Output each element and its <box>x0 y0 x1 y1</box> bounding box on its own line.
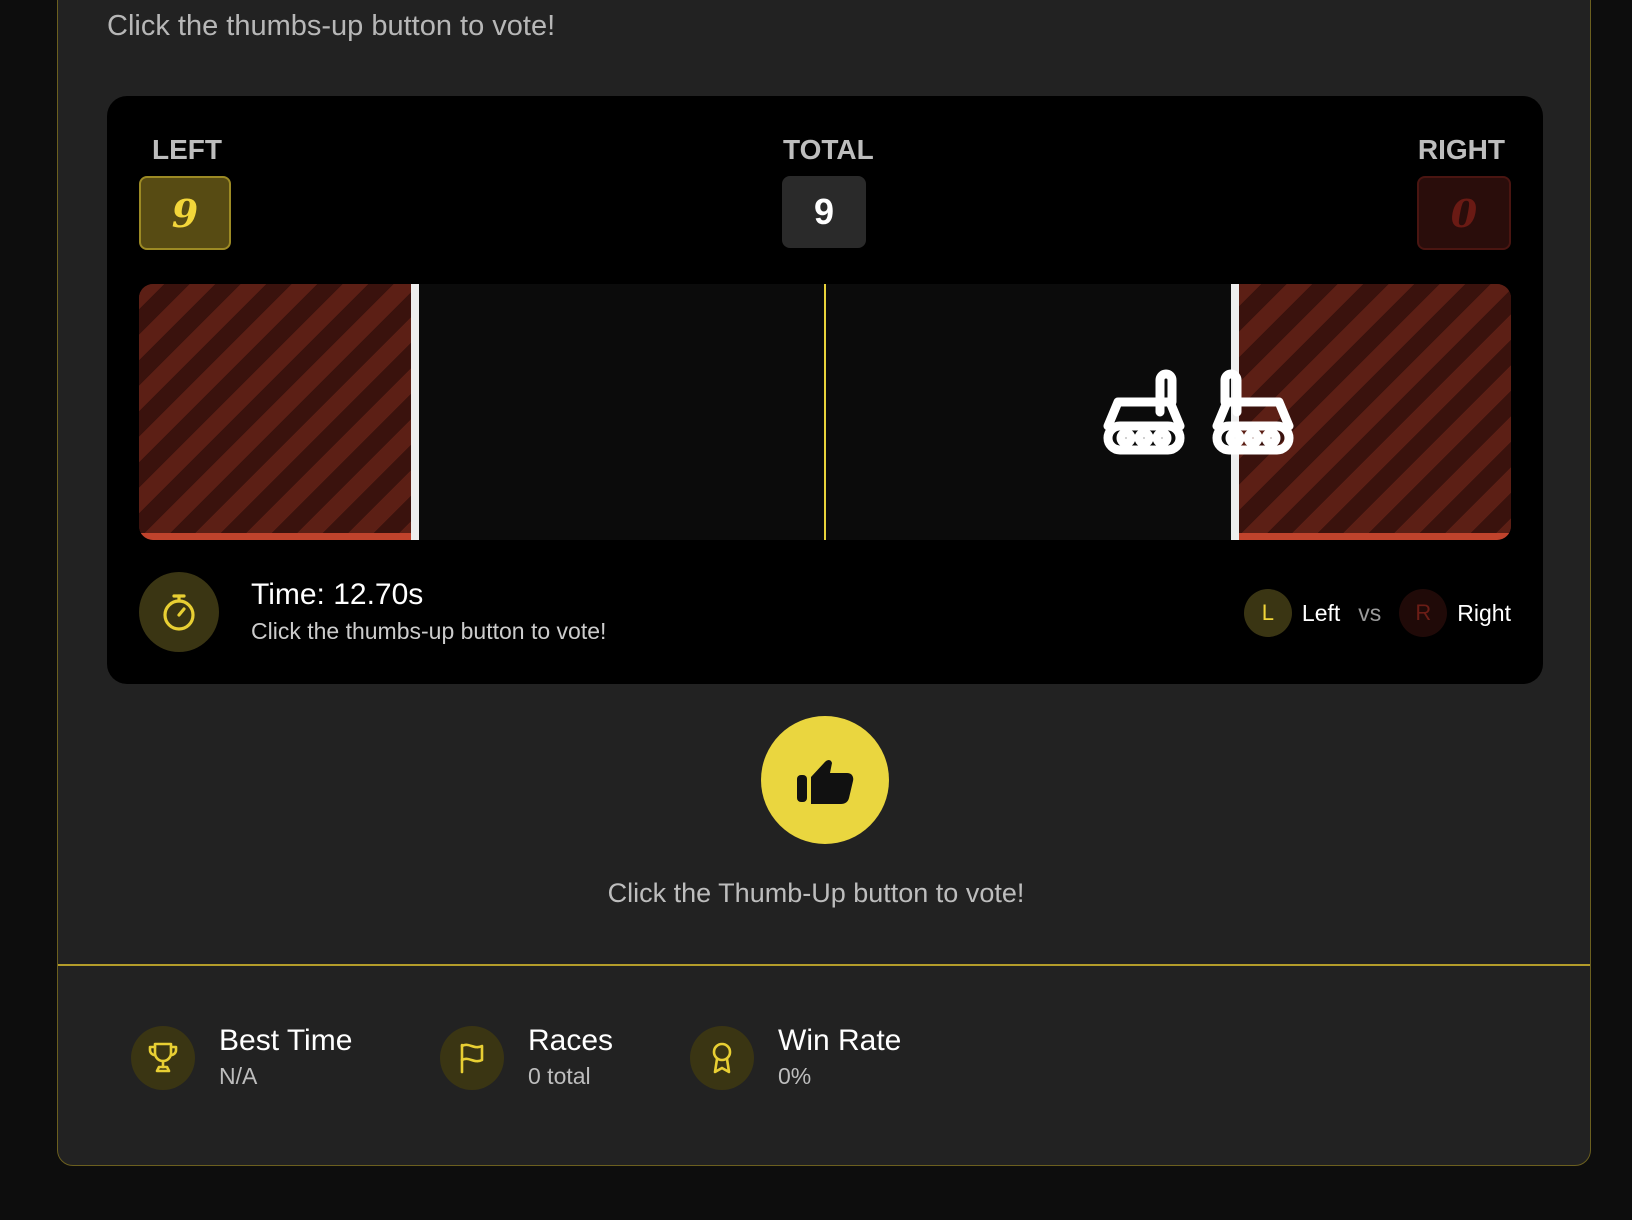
left-score-label: LEFT <box>152 134 222 165</box>
thumbs-up-icon <box>797 760 854 804</box>
race-track <box>139 284 1511 540</box>
race-status: Click the thumbs-up button to vote! <box>251 618 607 644</box>
races-value: 0 total <box>528 1063 591 1089</box>
total-score-label: TOTAL <box>783 134 874 165</box>
vs-label: vs <box>1358 599 1382 626</box>
stats-divider <box>58 964 1590 966</box>
races-label: Races <box>528 1024 614 1057</box>
stopwatch-icon <box>139 572 219 652</box>
race-arena: LEFT 9 TOTAL 9 RIGHT 0 Time: 12.70s Clic… <box>107 96 1543 684</box>
right-score-label: RIGHT <box>1417 134 1505 165</box>
right-score: 0 <box>1417 176 1511 250</box>
stat-races: Races 0 total <box>440 1025 613 1090</box>
thumbs-up-button[interactable] <box>761 716 889 844</box>
top-hint: Click the thumbs-up button to vote! <box>107 10 556 42</box>
left-boundary-line <box>411 284 419 540</box>
win-rate-label: Win Rate <box>778 1024 902 1057</box>
total-score: 9 <box>782 176 866 248</box>
stat-win-rate: Win Rate 0% <box>690 1025 901 1090</box>
center-line <box>824 284 826 540</box>
matchup: L Left vs R Right <box>1243 589 1511 637</box>
left-tank-icon <box>1103 369 1185 455</box>
award-icon <box>690 1025 754 1090</box>
trophy-icon <box>131 1025 195 1090</box>
left-danger-zone <box>139 284 414 540</box>
left-score: 9 <box>139 176 231 250</box>
win-rate-value: 0% <box>778 1063 812 1089</box>
right-player-name: Right <box>1457 599 1511 626</box>
left-player-name: Left <box>1301 599 1341 626</box>
left-badge: L <box>1243 589 1292 637</box>
race-time: Time: 12.70s <box>251 578 424 611</box>
best-time-label: Best Time <box>219 1024 353 1057</box>
right-badge: R <box>1399 589 1448 637</box>
right-tank-icon <box>1212 369 1294 455</box>
best-time-value: N/A <box>219 1063 258 1089</box>
stat-best-time: Best Time N/A <box>131 1025 352 1090</box>
flag-icon <box>440 1025 504 1090</box>
vote-instruction: Click the Thumb-Up button to vote! <box>607 878 1025 908</box>
